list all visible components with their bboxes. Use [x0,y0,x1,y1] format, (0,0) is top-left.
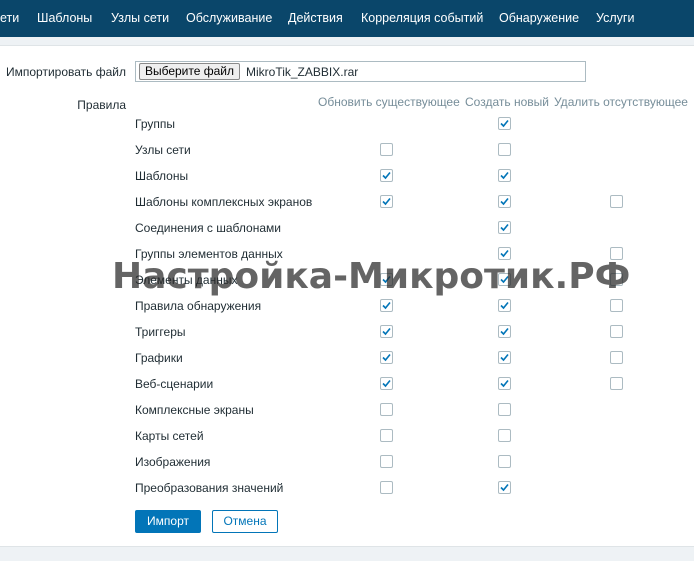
checkbox-create[interactable] [498,117,511,130]
top-navigation: ети Шаблоны Узлы сети Обслуживание Дейст… [0,0,694,37]
checkbox-create[interactable] [498,273,511,286]
checkmark-icon [382,171,391,180]
checkmark-icon [382,379,391,388]
checkmark-icon [382,275,391,284]
column-header-update: Обновить существующее [318,95,460,109]
rule-label: Графики [135,351,183,365]
checkmark-icon [382,301,391,310]
checkbox-create[interactable] [498,221,511,234]
checkmark-icon [382,197,391,206]
nav-item-templates[interactable]: Шаблоны [37,0,92,37]
selected-file-name: MikroTik_ZABBIX.rar [246,65,359,79]
checkmark-icon [382,327,391,336]
checkmark-icon [500,197,509,206]
nav-item-discovery[interactable]: Обнаружение [499,0,579,37]
rule-label: Соединения с шаблонами [135,221,281,235]
rule-label: Триггеры [135,325,186,339]
checkbox-update[interactable] [380,429,393,442]
cancel-button[interactable]: Отмена [212,510,278,533]
checkmark-icon [500,379,509,388]
checkmark-icon [500,353,509,362]
import-button[interactable]: Импорт [135,510,201,533]
checkbox-delete[interactable] [610,325,623,338]
sub-navigation-bar [0,37,694,46]
checkbox-delete[interactable] [610,247,623,260]
checkmark-icon [500,249,509,258]
column-header-create: Создать новый [465,95,549,109]
rule-label: Веб-сценарии [135,377,214,391]
rule-label: Комплексные экраны [135,403,254,417]
checkbox-create[interactable] [498,247,511,260]
rule-label: Карты сетей [135,429,204,443]
nav-item-services[interactable]: Услуги [596,0,634,37]
checkmark-icon [500,171,509,180]
column-header-delete: Удалить отсутствующее [554,95,688,109]
rule-label: Узлы сети [135,143,191,157]
nav-item-maintenance[interactable]: Обслуживание [186,0,272,37]
checkbox-delete[interactable] [610,273,623,286]
checkbox-update[interactable] [380,377,393,390]
rule-label: Изображения [135,455,211,469]
import-form [0,46,694,546]
nav-item-actions[interactable]: Действия [288,0,343,37]
rule-label: Элементы данных [135,273,238,287]
checkmark-icon [382,353,391,362]
checkmark-icon [500,301,509,310]
checkbox-create[interactable] [498,169,511,182]
checkbox-update[interactable] [380,481,393,494]
checkbox-create[interactable] [498,403,511,416]
nav-item-networks[interactable]: ети [0,0,19,37]
checkmark-icon [500,483,509,492]
checkbox-create[interactable] [498,143,511,156]
checkbox-delete[interactable] [610,299,623,312]
checkbox-delete[interactable] [610,351,623,364]
checkbox-create[interactable] [498,455,511,468]
checkbox-create[interactable] [498,195,511,208]
checkbox-update[interactable] [380,273,393,286]
checkbox-update[interactable] [380,169,393,182]
checkbox-delete[interactable] [610,377,623,390]
checkbox-create[interactable] [498,325,511,338]
checkbox-create[interactable] [498,351,511,364]
rule-label: Группы элементов данных [135,247,283,261]
nav-item-hosts[interactable]: Узлы сети [111,0,169,37]
checkbox-update[interactable] [380,455,393,468]
choose-file-button[interactable]: Выберите файл [139,63,240,80]
nav-item-event-correlation[interactable]: Корреляция событий [361,0,483,37]
checkbox-delete[interactable] [610,195,623,208]
checkbox-update[interactable] [380,299,393,312]
rule-label: Шаблоны [135,169,189,183]
checkmark-icon [500,275,509,284]
checkbox-update[interactable] [380,195,393,208]
checkmark-icon [500,223,509,232]
checkbox-create[interactable] [498,429,511,442]
rule-label: Преобразования значений [135,481,284,495]
checkbox-update[interactable] [380,351,393,364]
checkbox-create[interactable] [498,377,511,390]
footer-bar [0,546,694,561]
checkbox-update[interactable] [380,143,393,156]
checkbox-update[interactable] [380,325,393,338]
rule-label: Группы [135,117,175,131]
rules-label: Правила [77,98,126,112]
rule-label: Шаблоны комплексных экранов [135,195,313,209]
checkmark-icon [500,119,509,128]
import-file-label: Импортировать файл [6,65,126,79]
checkbox-create[interactable] [498,481,511,494]
checkbox-update[interactable] [380,403,393,416]
checkmark-icon [500,327,509,336]
checkbox-create[interactable] [498,299,511,312]
file-input[interactable]: Выберите файл MikroTik_ZABBIX.rar [135,61,586,82]
rule-label: Правила обнаружения [135,299,262,313]
